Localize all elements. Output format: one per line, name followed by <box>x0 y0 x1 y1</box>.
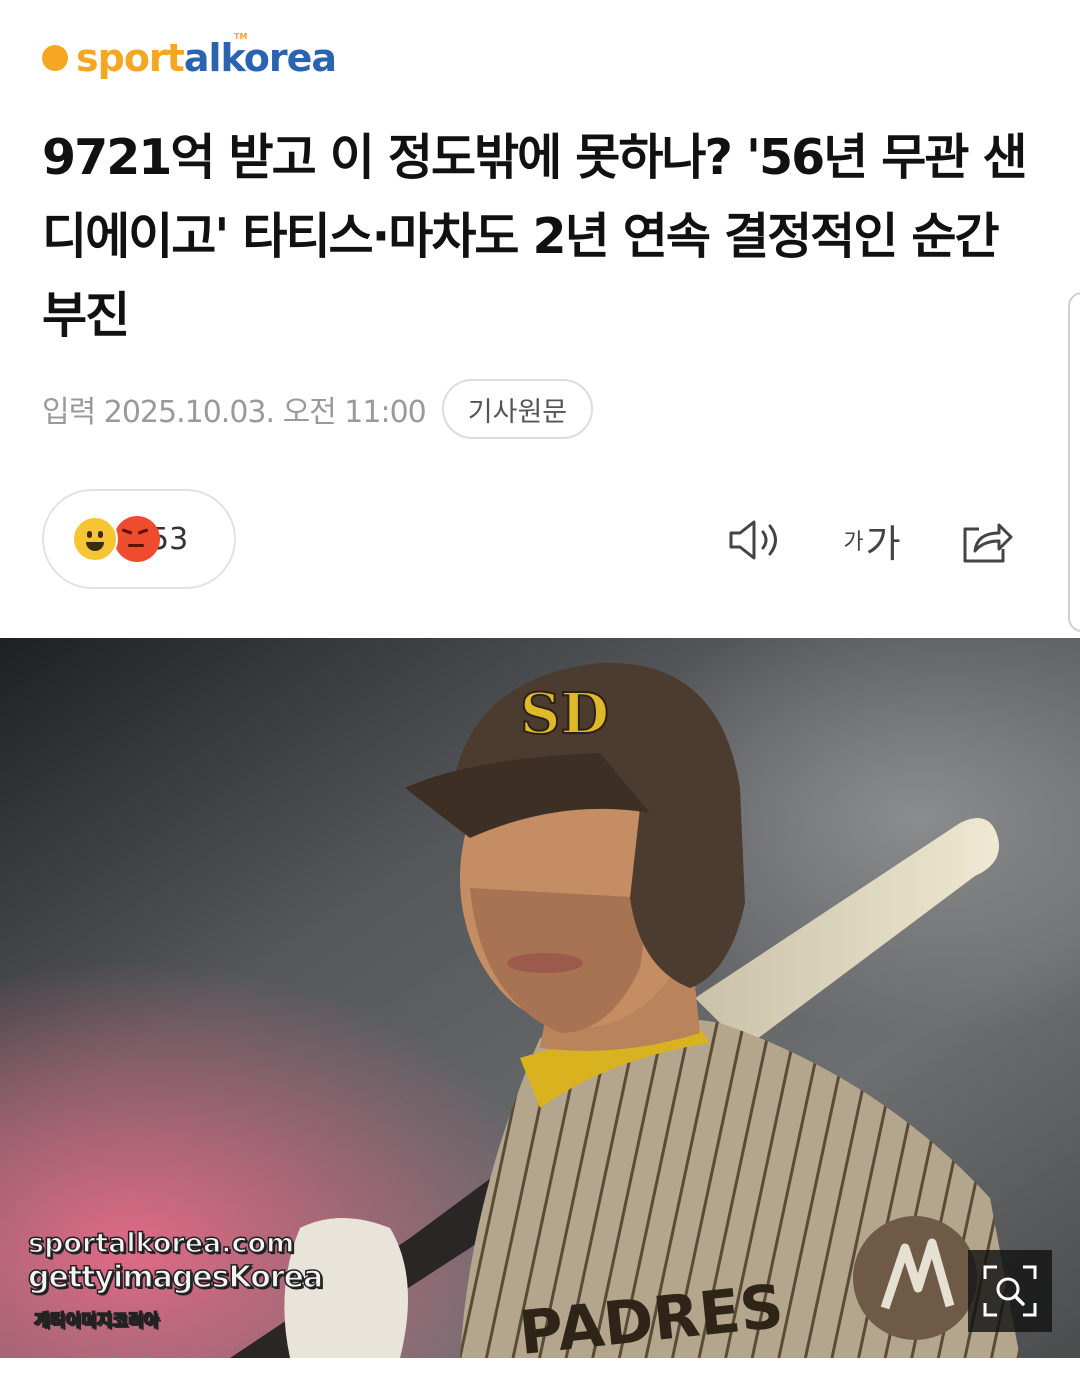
watermark-getty: gettyimagesKorea <box>27 1259 324 1296</box>
font-size-button[interactable]: 가가 <box>836 510 908 570</box>
helmet-logo: SD <box>520 681 609 747</box>
original-article-button[interactable]: 기사원문 <box>441 379 594 439</box>
photo-zoom-button[interactable] <box>968 1250 1052 1332</box>
watermark-getty-korean: 게티이미지코리아 <box>33 1310 160 1332</box>
article-photo: SD PADRES sportalkorea.com gettyimagesKo… <box>0 638 1080 1358</box>
logo-dot-icon <box>42 45 68 71</box>
share-button[interactable] <box>955 510 1019 570</box>
logo-text-korea: alkorea <box>183 36 337 80</box>
font-size-large-label: 가 <box>865 521 901 566</box>
share-icon <box>963 523 1013 563</box>
happy-emoji-icon <box>72 516 118 562</box>
logo-tm: TM <box>234 32 248 41</box>
sportalkorea-logo[interactable]: sportalkorea TM <box>42 32 337 80</box>
listen-button[interactable] <box>722 510 792 570</box>
article-meta: 입력 2025.10.03. 오전 11:00 기사원문 <box>42 378 594 440</box>
publish-date: 입력 2025.10.03. 오전 11:00 <box>42 395 427 430</box>
speaker-icon <box>729 520 777 560</box>
article-headline: 9721억 받고 이 정도밖에 못하나? '56년 무관 샌디에이고' 타티스·… <box>42 129 1028 344</box>
angry-emoji-icon <box>114 516 160 562</box>
reaction-button[interactable]: 53 <box>42 489 236 589</box>
font-size-small-label: 가 <box>843 530 864 555</box>
zoom-icon <box>983 1265 1037 1317</box>
reaction-emojis <box>72 514 164 564</box>
watermark-sportalkorea: sportalkorea.com <box>27 1227 295 1260</box>
logo-text-sport: sport <box>76 36 185 80</box>
side-panel-handle[interactable] <box>1068 292 1080 632</box>
